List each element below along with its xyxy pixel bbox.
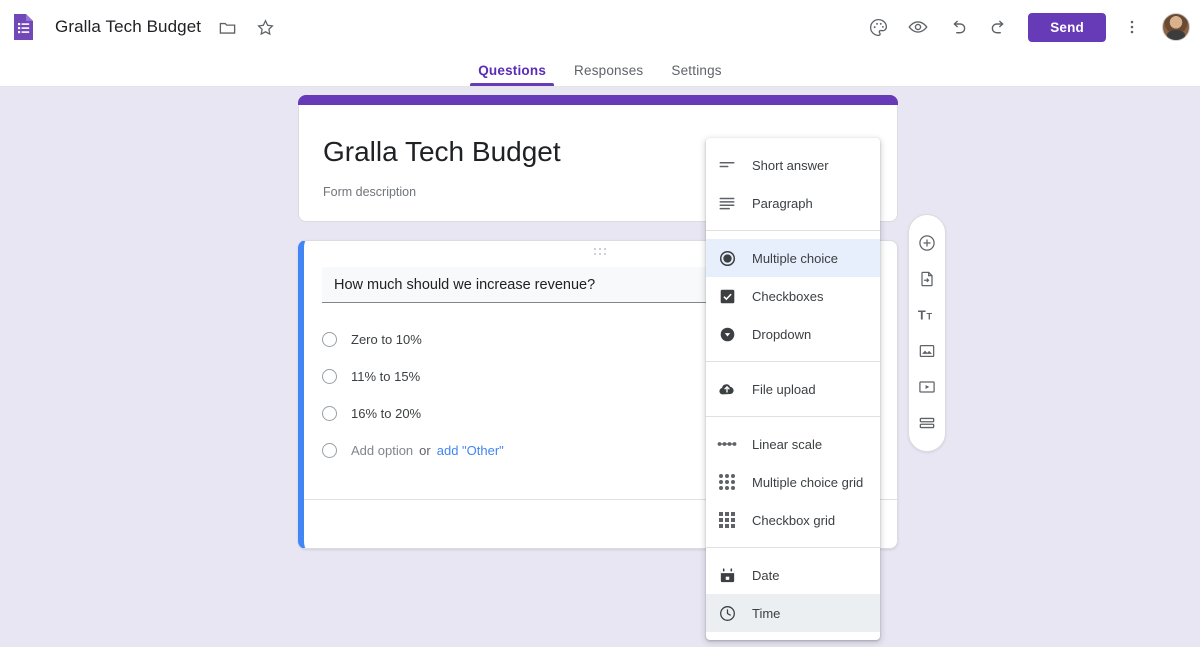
- menu-item-date[interactable]: Date: [706, 556, 880, 594]
- send-button[interactable]: Send: [1028, 12, 1106, 42]
- menu-item-linear-scale[interactable]: Linear scale: [706, 425, 880, 463]
- calendar-icon: [716, 564, 738, 586]
- folder-icon[interactable]: [215, 15, 239, 39]
- add-section-icon[interactable]: [914, 410, 940, 436]
- menu-item-label: Multiple choice grid: [752, 474, 864, 490]
- add-video-icon[interactable]: [914, 374, 940, 400]
- tab-settings[interactable]: Settings: [657, 63, 735, 86]
- menu-divider: [706, 547, 880, 548]
- eye-icon[interactable]: [898, 7, 938, 47]
- svg-text:T: T: [927, 312, 933, 322]
- menu-item-time[interactable]: Time: [706, 594, 880, 632]
- paragraph-icon: [716, 192, 738, 214]
- radio-button-icon[interactable]: [322, 369, 337, 384]
- menu-item-label: Date: [752, 567, 780, 583]
- top-bar: Gralla Tech Budget Send: [0, 0, 1200, 54]
- menu-item-file-upload[interactable]: File upload: [706, 370, 880, 408]
- checkbox-grid-icon: [716, 509, 738, 531]
- linear-scale-icon: [716, 433, 738, 455]
- radio-button-icon[interactable]: [322, 406, 337, 421]
- menu-divider: [706, 361, 880, 362]
- option-label[interactable]: Zero to 10%: [351, 332, 422, 347]
- menu-item-checkboxes[interactable]: Checkboxes: [706, 277, 880, 315]
- svg-text:T: T: [918, 308, 926, 323]
- cloud-upload-icon: [716, 378, 738, 400]
- menu-item-multiple-choice[interactable]: Multiple choice: [706, 239, 880, 277]
- add-title-icon[interactable]: T T: [914, 302, 940, 328]
- radio-button-icon[interactable]: [322, 332, 337, 347]
- document-title[interactable]: Gralla Tech Budget: [55, 17, 201, 37]
- checkbox-icon: [716, 285, 738, 307]
- menu-item-label: Checkboxes: [752, 288, 824, 304]
- clock-icon: [716, 602, 738, 624]
- redo-icon[interactable]: [978, 7, 1018, 47]
- drag-handle-icon[interactable]: [593, 248, 609, 256]
- menu-item-label: File upload: [752, 381, 816, 397]
- radio-grid-icon: [716, 471, 738, 493]
- form-tabs: Questions Responses Settings: [0, 54, 1200, 87]
- menu-item-dropdown[interactable]: Dropdown: [706, 315, 880, 353]
- menu-item-paragraph[interactable]: Paragraph: [706, 184, 880, 222]
- add-image-icon[interactable]: [914, 338, 940, 364]
- add-other-link[interactable]: add "Other": [437, 443, 504, 458]
- tab-responses[interactable]: Responses: [560, 63, 657, 86]
- menu-item-checkbox-grid[interactable]: Checkbox grid: [706, 501, 880, 539]
- option-label[interactable]: 11% to 15%: [351, 369, 420, 384]
- menu-item-short-answer[interactable]: Short answer: [706, 146, 880, 184]
- dropdown-icon: [716, 323, 738, 345]
- star-icon[interactable]: [253, 15, 277, 39]
- menu-item-label: Multiple choice: [752, 250, 838, 266]
- question-type-menu[interactable]: Short answer Paragraph Multiple choice C…: [706, 138, 880, 640]
- tab-settings-label: Settings: [671, 63, 722, 78]
- editor-side-toolbar: T T: [908, 214, 946, 452]
- menu-item-label: Dropdown: [752, 326, 812, 342]
- google-forms-icon[interactable]: [9, 12, 39, 42]
- menu-divider: [706, 230, 880, 231]
- menu-item-multiple-choice-grid[interactable]: Multiple choice grid: [706, 463, 880, 501]
- menu-item-label: Checkbox grid: [752, 512, 836, 528]
- menu-item-label: Short answer: [752, 157, 829, 173]
- tab-questions[interactable]: Questions: [464, 63, 560, 86]
- import-questions-icon[interactable]: [914, 266, 940, 292]
- palette-icon[interactable]: [858, 7, 898, 47]
- radio-button-icon: [322, 443, 337, 458]
- tab-responses-label: Responses: [574, 63, 644, 78]
- or-label: or: [419, 443, 431, 458]
- menu-item-label: Paragraph: [752, 195, 813, 211]
- menu-divider: [706, 416, 880, 417]
- tab-questions-label: Questions: [478, 63, 547, 78]
- top-bar-actions: Send: [858, 0, 1190, 54]
- undo-icon[interactable]: [938, 7, 978, 47]
- avatar[interactable]: [1162, 13, 1190, 41]
- form-accent-bar: [298, 95, 898, 105]
- add-question-icon[interactable]: [914, 230, 940, 256]
- more-vert-icon[interactable]: [1112, 7, 1152, 47]
- menu-item-label: Time: [752, 605, 781, 621]
- radio-button-icon: [716, 247, 738, 269]
- option-label[interactable]: 16% to 20%: [351, 406, 421, 421]
- menu-item-label: Linear scale: [752, 436, 823, 452]
- short-answer-icon: [716, 154, 738, 176]
- add-option-label[interactable]: Add option: [351, 443, 413, 458]
